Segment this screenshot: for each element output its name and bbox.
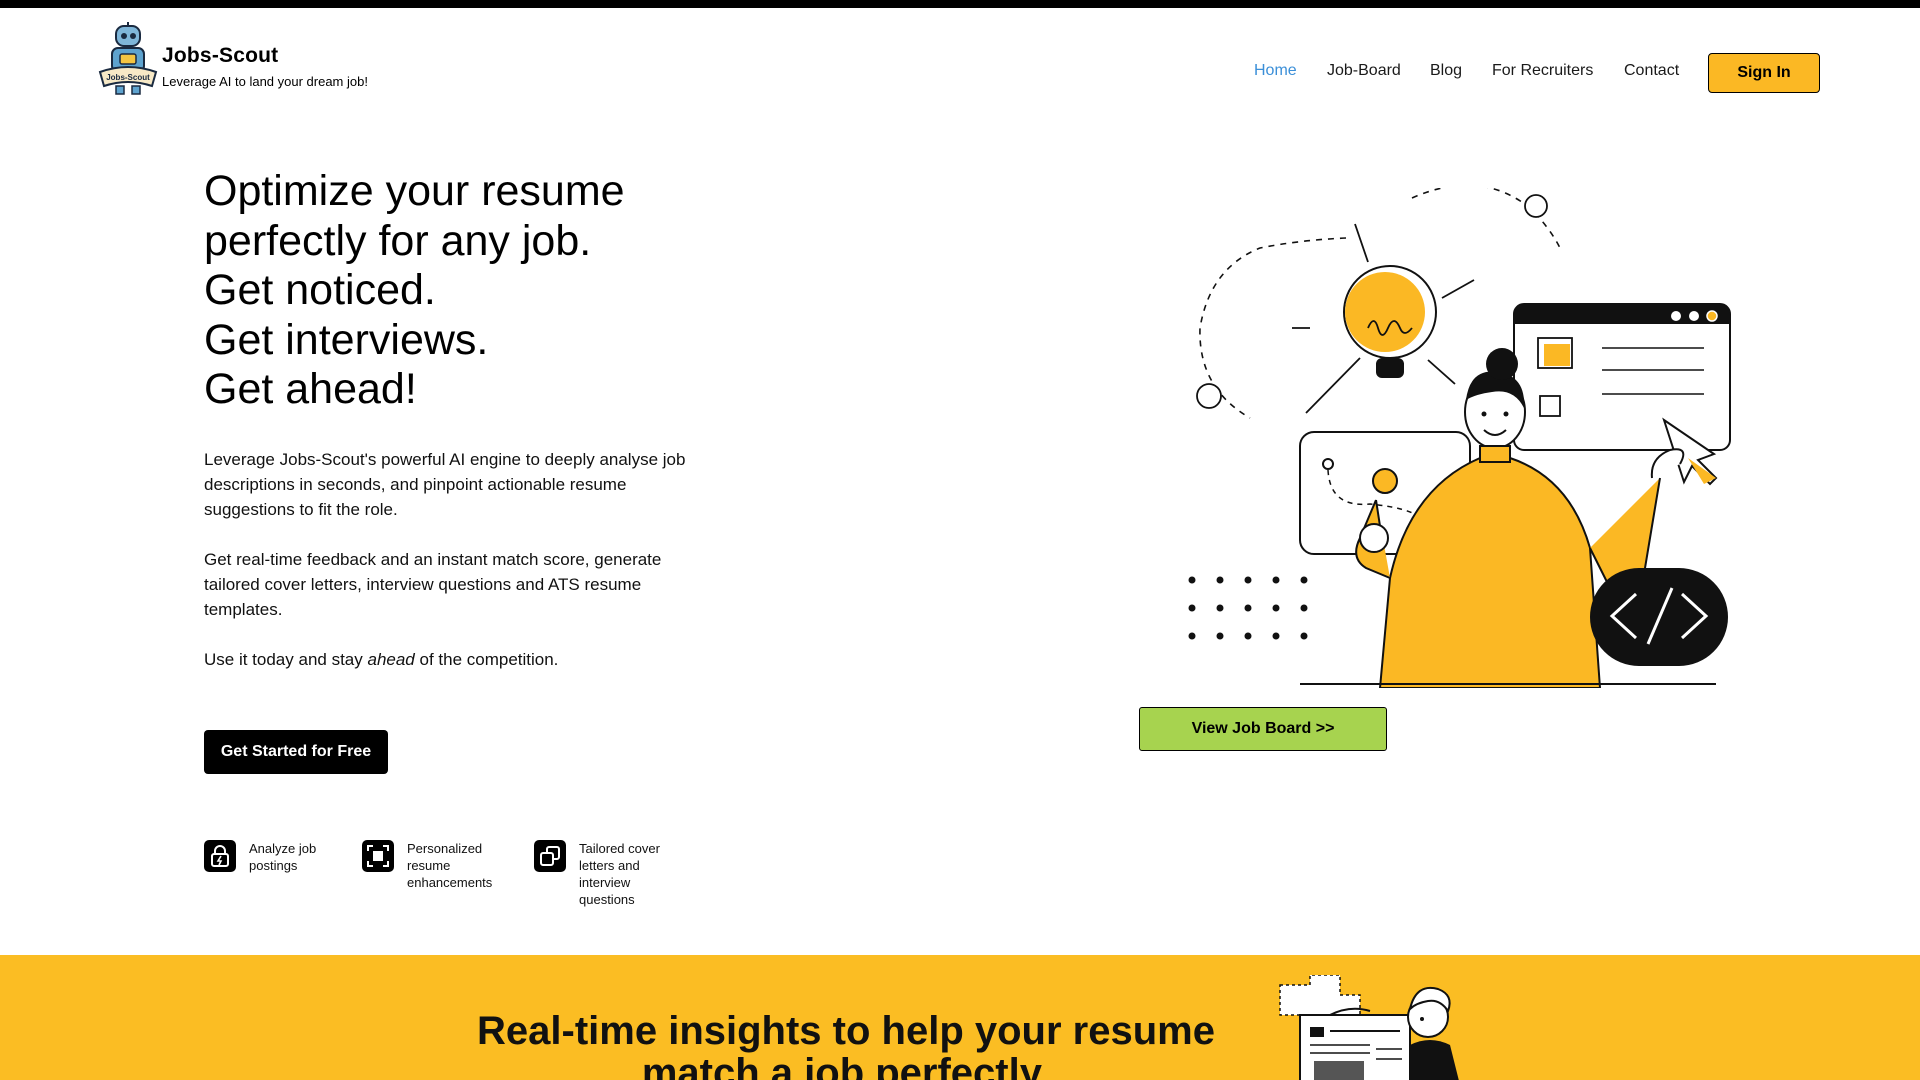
hero-title-line: Get interviews. <box>204 315 489 364</box>
feature-label: Tailored cover letters and interview que… <box>579 841 660 907</box>
lightbulb-icon <box>1292 223 1475 414</box>
hero-paragraph-3: Use it today and stay ahead of the compe… <box>204 650 559 669</box>
hero-title-line: perfectly for any job. <box>204 216 592 265</box>
resume-review-illustration <box>1279 975 1459 1080</box>
orbit-node <box>1196 383 1222 409</box>
main-nav: Home Job-Board Blog For Recruiters Conta… <box>0 52 1920 92</box>
feature-label: Personalized resume enhancements <box>407 841 493 890</box>
nav-contact[interactable]: Contact <box>1624 62 1679 80</box>
top-border <box>0 0 1920 8</box>
lock-bolt-icon <box>204 840 236 872</box>
nav-home[interactable]: Home <box>1254 62 1297 80</box>
hero-title-line: Optimize your resume <box>204 167 625 215</box>
nav-blog[interactable]: Blog <box>1430 62 1462 80</box>
code-brackets-icon <box>1590 568 1728 666</box>
dots-grid <box>1188 576 1308 640</box>
hero-title-line: Get ahead! <box>204 365 417 413</box>
hero-paragraph-2: Get real-time feedback and an instant ma… <box>204 550 662 619</box>
hero-title-line: Get noticed. <box>204 266 436 314</box>
view-job-board-button[interactable]: View Job Board >> <box>1139 707 1387 751</box>
copy-squares-icon <box>534 840 566 872</box>
feature-personalized: Personalized resume enhancements <box>362 840 517 891</box>
hero-title: Optimize your resume perfectly for any j… <box>204 167 625 415</box>
feature-tailored: Tailored cover letters and interview que… <box>534 840 689 908</box>
browser-window-icon <box>1513 303 1731 486</box>
feature-analyze: Analyze job postings <box>204 840 359 874</box>
hero-illustration <box>1188 188 1731 688</box>
sign-in-button[interactable]: Sign In <box>1708 53 1820 93</box>
hero-paragraph-1: Leverage Jobs-Scout's powerful AI engine… <box>204 450 686 519</box>
feature-label: Analyze job postings <box>249 841 317 873</box>
get-started-button[interactable]: Get Started for Free <box>204 730 388 774</box>
nav-job-board[interactable]: Job-Board <box>1327 62 1401 80</box>
frame-square-icon <box>362 840 394 872</box>
orbit-node <box>1524 194 1548 218</box>
nav-for-recruiters[interactable]: For Recruiters <box>1492 62 1593 80</box>
dashed-orbit <box>1199 237 1347 419</box>
insights-section: Real-time insights to help your resume m… <box>0 955 1920 1080</box>
